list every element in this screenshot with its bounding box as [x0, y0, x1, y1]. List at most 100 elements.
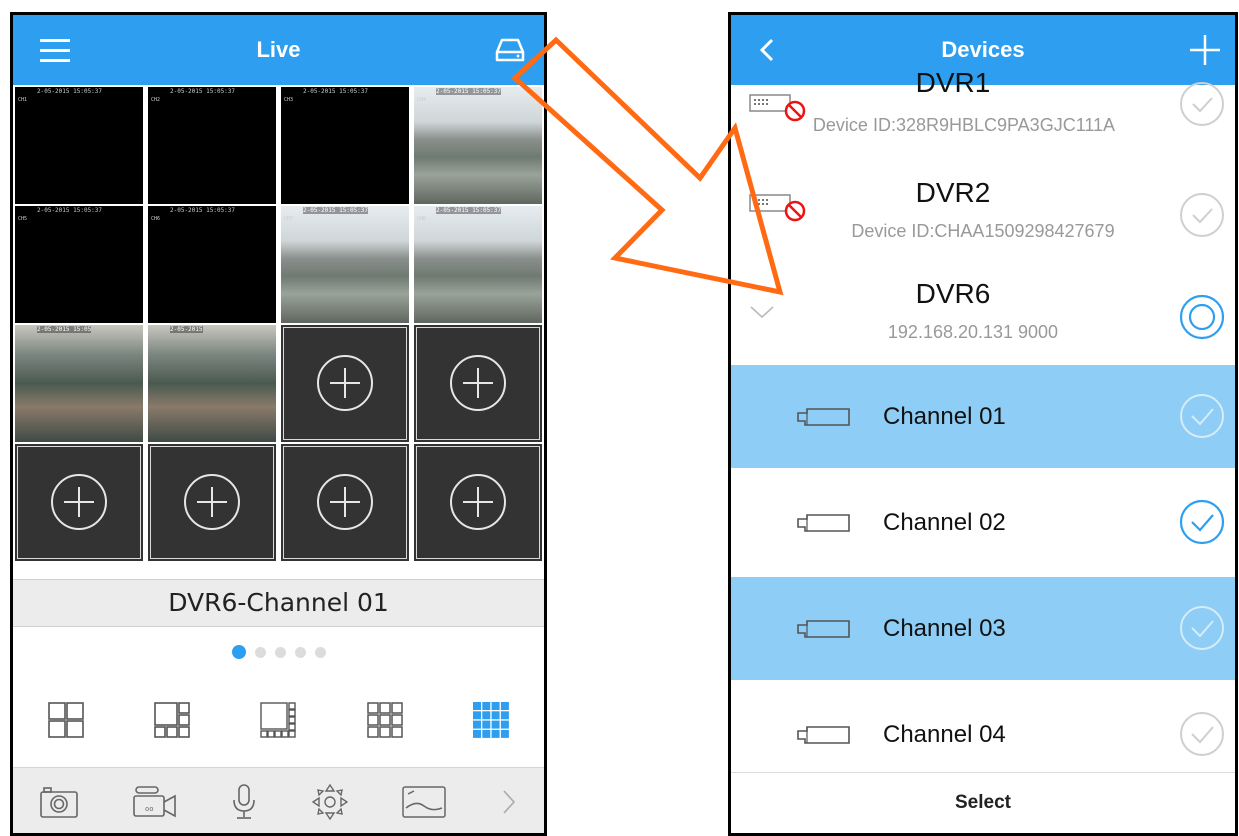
layout-16-icon[interactable]	[472, 702, 509, 742]
timestamp: 2-05-2015 15:05:37	[170, 207, 236, 214]
video-tile[interactable]: 2-05-2015 15:05:37 CH8	[414, 206, 542, 323]
video-grid: 2-05-2015 15:05:37 CH1 2-05-2015 15:05:37 C…	[13, 85, 544, 579]
page-dot[interactable]	[274, 646, 286, 658]
device-address: 192.168.20.131 9000	[887, 322, 1059, 342]
timestamp: 2-05-2015 15:05:37	[436, 207, 502, 214]
layout-4-icon[interactable]	[48, 702, 84, 742]
check-circle-icon[interactable]	[1179, 393, 1225, 439]
page-dot[interactable]	[294, 646, 306, 658]
live-toolbar: oo	[13, 767, 544, 833]
channel-tag: CH1	[18, 97, 28, 103]
device-name: DVR6	[915, 278, 991, 309]
timestamp: 2-05-2015 15:05:37	[37, 207, 103, 214]
camera-channel-icon	[797, 726, 850, 744]
empty-channel-tile[interactable]	[414, 325, 542, 442]
layout-6-icon[interactable]	[154, 702, 191, 742]
device-item-dvr1[interactable]: DVR1 Device ID:328R9HBLC9PA3GJC111A	[731, 67, 1235, 155]
devices-screen: Devices DVR1 Device ID:328R9HBLC9PA3GJC1…	[728, 12, 1238, 836]
dvr-offline-icon	[749, 194, 806, 222]
video-tile[interactable]: 2-05-2015 15:05:37 CH3	[281, 87, 409, 204]
camera-channel-icon	[797, 620, 850, 638]
channel-item[interactable]: Channel 01	[731, 365, 1235, 468]
video-tile[interactable]: 2-05-2015 15:05:37 CH2	[148, 87, 276, 204]
channel-tag: CH8	[417, 216, 427, 222]
channel-label: Channel 03	[883, 615, 1006, 642]
layout-9-icon[interactable]	[366, 702, 403, 742]
live-header: Live	[13, 15, 544, 85]
device-item-dvr6[interactable]: DVR6 192.168.20.131 9000	[731, 270, 1235, 365]
check-circle-icon[interactable]	[1179, 605, 1225, 651]
empty-channel-tile[interactable]	[15, 444, 143, 561]
channel-tag: CH4	[417, 97, 427, 103]
channel-label: Channel 04	[883, 721, 1006, 748]
channel-tag: CH2	[151, 97, 161, 103]
channel-tag: CH7	[284, 216, 294, 222]
selected-channel-label: DVR6-Channel 01	[13, 579, 544, 627]
channel-tag: CH5	[18, 216, 28, 222]
empty-channel-tile[interactable]	[148, 444, 276, 561]
device-id: Device ID:CHAA1509298427679	[851, 221, 1115, 241]
video-tile[interactable]: 2-05-2015 15:05:37 CH4	[414, 87, 542, 204]
timestamp: 2-05-2015 15:05	[37, 326, 92, 333]
live-screen: Live 2-05-2015 15:05:37 CH1 2-05-2015 15:0…	[10, 12, 547, 836]
add-channel-icon[interactable]	[315, 472, 375, 532]
add-channel-icon[interactable]	[49, 472, 109, 532]
camera-channel-icon	[797, 408, 850, 426]
dvr-offline-icon	[749, 94, 806, 122]
page-dot[interactable]	[231, 645, 246, 659]
camera-channel-icon	[797, 514, 850, 532]
video-tile[interactable]: 2-05-2015 15:05:37 CH1	[15, 87, 143, 204]
check-circle-icon[interactable]	[1179, 711, 1225, 757]
channel-item[interactable]: Channel 02	[731, 471, 1235, 574]
page-dot[interactable]	[314, 646, 326, 658]
add-channel-icon[interactable]	[182, 472, 242, 532]
camera-feed	[15, 325, 143, 442]
timestamp: 2-05-2015 15:05:37	[37, 88, 103, 95]
add-device-icon[interactable]	[1185, 30, 1225, 70]
add-channel-icon[interactable]	[448, 472, 508, 532]
picture-icon[interactable]	[402, 785, 446, 822]
device-item-dvr2[interactable]: DVR2 Device ID:CHAA1509298427679	[731, 165, 1235, 265]
timestamp: 2-05-2015 15:05:37	[303, 88, 369, 95]
video-tile[interactable]: 2-05-2015 15:05:37 CH5	[15, 206, 143, 323]
layout-selector	[13, 677, 544, 767]
radio-selected-icon[interactable]	[1179, 294, 1225, 340]
empty-channel-tile[interactable]	[414, 444, 542, 561]
video-tile[interactable]: 2-05-2015 15:05:37 CH7	[281, 206, 409, 323]
timestamp: 2-05-2015 15:05:37	[170, 88, 236, 95]
page-title: Live	[256, 37, 301, 62]
microphone-icon[interactable]	[231, 783, 257, 824]
device-list-icon[interactable]	[490, 30, 530, 70]
svg-text:oo: oo	[145, 805, 153, 813]
page-dot[interactable]	[254, 646, 266, 658]
check-circle-icon[interactable]	[1179, 192, 1225, 238]
timestamp: 2-05-2015 15:05:37	[303, 207, 369, 214]
camera-icon[interactable]	[40, 786, 79, 822]
chevron-right-icon[interactable]	[501, 788, 517, 820]
video-tile[interactable]: 2-05-2015 15:05:37 CH6	[148, 206, 276, 323]
camera-feed	[148, 325, 276, 442]
add-channel-icon[interactable]	[448, 353, 508, 413]
ptz-icon[interactable]	[311, 783, 349, 824]
select-button[interactable]: Select	[731, 772, 1235, 833]
add-channel-icon[interactable]	[315, 353, 375, 413]
check-circle-icon[interactable]	[1179, 499, 1225, 545]
empty-channel-tile[interactable]	[281, 325, 409, 442]
camera-feed	[281, 206, 409, 323]
channel-tag: CH3	[284, 97, 294, 103]
chevron-down-icon[interactable]	[749, 304, 775, 320]
channel-item[interactable]: Channel 04	[731, 683, 1235, 786]
empty-channel-tile[interactable]	[281, 444, 409, 561]
video-record-icon[interactable]: oo	[132, 785, 177, 822]
check-circle-icon[interactable]	[1179, 81, 1225, 127]
camera-feed	[414, 206, 542, 323]
video-tile[interactable]: 2-05-2015	[148, 325, 276, 442]
video-tile[interactable]: 2-05-2015 15:05	[15, 325, 143, 442]
layout-8-icon[interactable]	[260, 702, 297, 742]
camera-feed	[414, 87, 542, 204]
timestamp: 2-05-2015	[170, 326, 203, 333]
channel-label: Channel 02	[883, 509, 1006, 536]
page-indicator	[13, 627, 544, 677]
channel-item[interactable]: Channel 03	[731, 577, 1235, 680]
timestamp: 2-05-2015 15:05:37	[436, 88, 502, 95]
